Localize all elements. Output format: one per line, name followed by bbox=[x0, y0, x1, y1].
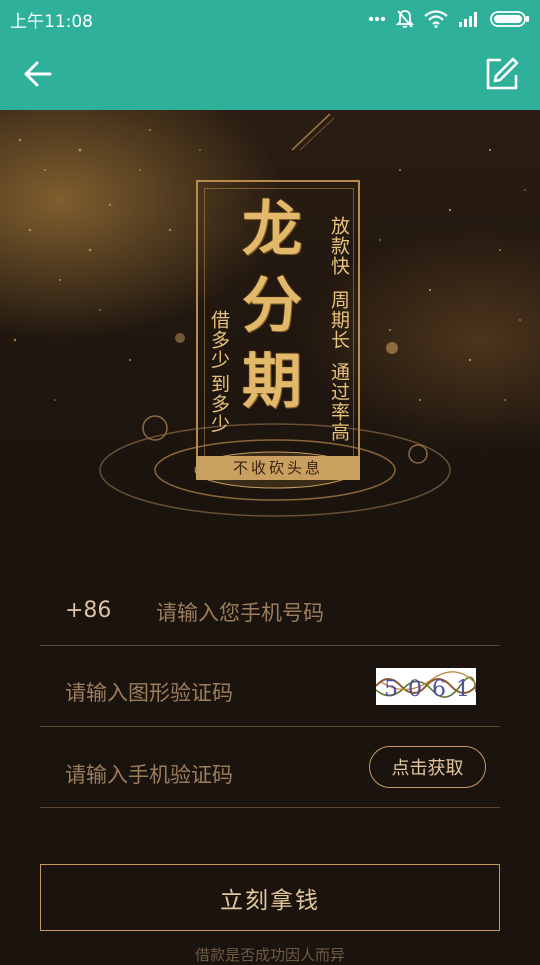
promo-banner: 龙 分 期 放款快 周期长 通过率高 借多少 到多少 不收砍头息 bbox=[0, 110, 540, 530]
captcha-text: 5061 bbox=[384, 677, 476, 702]
app-toolbar bbox=[0, 38, 540, 110]
disclaimer-note: 借款是否成功因人而异 bbox=[194, 946, 345, 964]
wifi-icon bbox=[424, 10, 448, 28]
phone-input[interactable] bbox=[156, 596, 486, 630]
back-button[interactable] bbox=[20, 56, 56, 92]
status-time: 上午11:08 bbox=[10, 11, 93, 32]
status-bar: 上午11:08 bbox=[0, 0, 540, 38]
edit-button[interactable] bbox=[484, 56, 520, 92]
arrow-left-icon bbox=[24, 61, 52, 87]
mute-bell-icon bbox=[396, 9, 414, 29]
get-code-button[interactable]: 点击获取 bbox=[369, 746, 486, 788]
banner-title-char: 分 bbox=[242, 271, 302, 341]
country-code[interactable]: +86 bbox=[65, 598, 111, 623]
status-icons bbox=[368, 9, 530, 29]
battery-icon bbox=[490, 10, 530, 28]
captcha-image[interactable]: 5061 bbox=[375, 668, 477, 705]
banner-title-char: 期 bbox=[242, 347, 302, 417]
banner-slogan-right: 周期长 bbox=[328, 290, 350, 350]
banner-ribbon: 不收砍头息 bbox=[196, 456, 360, 480]
banner-slogan-left: 到多少 bbox=[208, 374, 230, 434]
more-dots-icon bbox=[368, 16, 386, 22]
submit-button[interactable]: 立刻拿钱 bbox=[40, 864, 500, 931]
signal-icon bbox=[458, 11, 480, 27]
banner-slogan-left: 借多少 bbox=[208, 310, 230, 370]
captcha-input[interactable] bbox=[65, 676, 355, 710]
sms-code-input[interactable] bbox=[65, 758, 355, 792]
banner-title-char: 龙 bbox=[242, 195, 302, 265]
banner-slogan-right: 通过率高 bbox=[328, 362, 350, 442]
banner-slogan-right: 放款快 bbox=[328, 216, 350, 276]
banner-title: 龙 分 期 bbox=[232, 192, 312, 420]
edit-square-icon bbox=[486, 57, 519, 90]
